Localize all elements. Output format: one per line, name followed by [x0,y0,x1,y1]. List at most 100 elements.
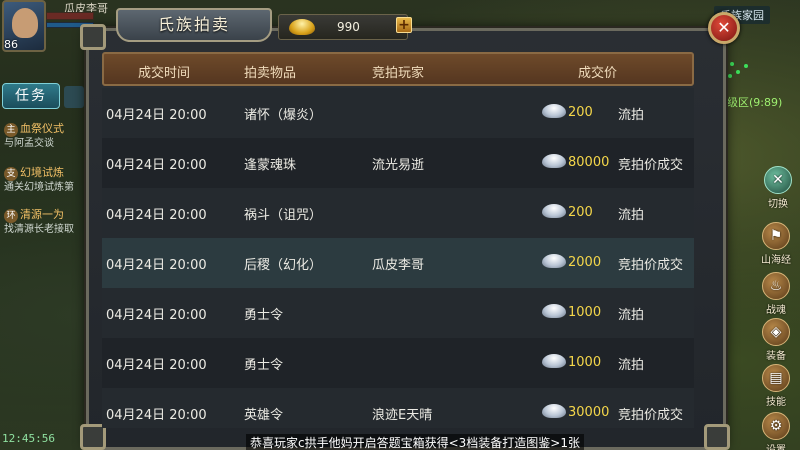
shanhaijing-label: 山海经 [761,255,791,266]
zhanhun-button[interactable]: ♨ 战魂 [756,272,796,316]
deal-status: 流拍 [618,108,645,123]
deal-time: 04月24日 20:00 [106,158,207,173]
deal-status: 竞拍价成交 [618,158,684,173]
silver-ingot-icon [542,104,566,118]
auction-row[interactable]: 04月24日 20:00 逢蒙魂珠 流光易逝 80000 竞拍价成交 [102,138,694,188]
table-header: 成交时间 拍卖物品 竞拍玩家 成交价 [102,52,694,86]
deal-status: 流拍 [618,308,645,323]
gold-ingot-icon [289,19,315,35]
price-value: 200 [568,205,593,220]
skills-label: 技能 [766,397,786,408]
add-currency-button[interactable]: + [396,17,412,33]
panel-corner-ornament [704,424,730,450]
swap-icon: ✕ [764,166,792,194]
bidder-name: 浪迹E天晴 [372,408,433,423]
item-name: 祸斗（诅咒） [244,208,323,223]
switch-label: 切换 [768,199,788,210]
deal-time: 04月24日 20:00 [106,258,207,273]
flame-icon: ♨ [762,272,790,300]
close-button[interactable]: ✕ [708,12,740,44]
panel-title: 氏族拍卖 [116,8,272,42]
skills-button[interactable]: ▤ 技能 [756,364,796,408]
bidder-name: 瓜皮李哥 [372,258,425,273]
item-name: 勇士令 [244,358,284,373]
quest-title: 清源一为 [20,208,64,221]
task-tab[interactable]: 任务 [2,83,60,109]
auction-row[interactable]: 04月24日 20:00 勇士令 1000 流拍 [102,288,694,338]
equipment-button[interactable]: ◈ 装备 [756,318,796,362]
zhanhun-label: 战魂 [766,305,786,316]
equipment-label: 装备 [766,351,786,362]
price-value: 80000 [568,155,610,170]
item-name: 逢蒙魂珠 [244,158,297,173]
team-tab[interactable] [64,86,84,108]
game-clock: 12:45:56 [2,432,55,445]
item-name: 英雄令 [244,408,284,423]
deal-status: 竞拍价成交 [618,408,684,423]
bidder-name: 流光易逝 [372,158,425,173]
silver-ingot-icon [542,354,566,368]
quest-title: 血祭仪式 [20,122,64,135]
deal-price: 1000 [542,304,601,320]
column-header-item: 拍卖物品 [244,66,297,81]
deal-time: 04月24日 20:00 [106,408,207,423]
auction-row[interactable]: 04月24日 20:00 勇士令 1000 流拍 [102,338,694,388]
silver-ingot-icon [542,304,566,318]
deal-time: 04月24日 20:00 [106,308,207,323]
auction-row[interactable]: 04月24日 20:00 诸怀（爆炎） 200 流拍 [102,88,694,138]
quest-badge: 主 [4,123,18,137]
deal-price: 1000 [542,354,601,370]
player-level: 86 [4,38,18,51]
deal-status: 流拍 [618,358,645,373]
silver-ingot-icon [542,204,566,218]
hp-bar [46,12,94,20]
column-header-price: 成交价 [578,66,618,81]
price-value: 30000 [568,405,610,420]
price-value: 2000 [568,255,602,270]
column-header-player: 竞拍玩家 [372,66,425,81]
silver-ingot-icon [542,254,566,268]
panel-corner-ornament [80,24,106,50]
minimap-markers [722,62,752,82]
quest-badge: 支 [4,167,18,181]
quest-desc: 通关幻境试炼第 [4,182,74,193]
deal-price: 2000 [542,254,601,270]
deal-time: 04月24日 20:00 [106,208,207,223]
deal-time: 04月24日 20:00 [106,108,207,123]
shanhaijing-button[interactable]: ⚑ 山海经 [756,222,796,266]
silver-ingot-icon [542,154,566,168]
quest-item-loop[interactable]: 环清源一为 找清源长老接取 [4,208,86,237]
switch-button[interactable]: ✕ 切换 [758,166,798,210]
quest-desc: 与阿孟交谈 [4,138,54,149]
column-header-time: 成交时间 [138,66,191,81]
deal-price: 80000 [542,154,609,170]
quest-desc: 找清源长老接取 [4,224,74,235]
quest-title: 幻境试炼 [20,166,64,179]
settings-label: 设置 [766,445,786,450]
auction-row[interactable]: 04月24日 20:00 祸斗（诅咒） 200 流拍 [102,188,694,238]
system-broadcast: 恭喜玩家c拱手他妈开启答题宝箱获得<3档装备打造图鉴>1张 [246,434,584,450]
quest-item-side[interactable]: 支幻境试炼 通关幻境试炼第 [4,166,86,195]
settings-button[interactable]: ⚙ 设置 [756,412,796,450]
auction-list[interactable]: 04月24日 20:00 诸怀（爆炎） 200 流拍 04月24日 20:00 … [102,88,694,428]
quest-badge: 环 [4,209,18,223]
item-name: 诸怀（爆炎） [244,108,323,123]
auction-row[interactable]: 04月24日 20:00 英雄令 浪迹E天晴 30000 竞拍价成交 [102,388,694,428]
price-value: 200 [568,105,593,120]
currency-display: 990 [278,14,408,40]
deal-status: 竞拍价成交 [618,258,684,273]
deal-status: 流拍 [618,208,645,223]
gear-icon: ⚙ [762,412,790,440]
price-value: 1000 [568,305,602,320]
armor-icon: ◈ [762,318,790,346]
auction-row-highlighted[interactable]: 04月24日 20:00 后稷（幻化） 瓜皮李哥 2000 竞拍价成交 [102,238,694,288]
silver-ingot-icon [542,404,566,418]
currency-value: 990 [337,20,360,34]
deal-price: 200 [542,204,593,220]
scroll-icon: ⚑ [762,222,790,250]
deal-price: 200 [542,104,593,120]
book-icon: ▤ [762,364,790,392]
deal-price: 30000 [542,404,609,420]
quest-item-main[interactable]: 主血祭仪式 与阿孟交谈 [4,122,86,151]
deal-time: 04月24日 20:00 [106,358,207,373]
